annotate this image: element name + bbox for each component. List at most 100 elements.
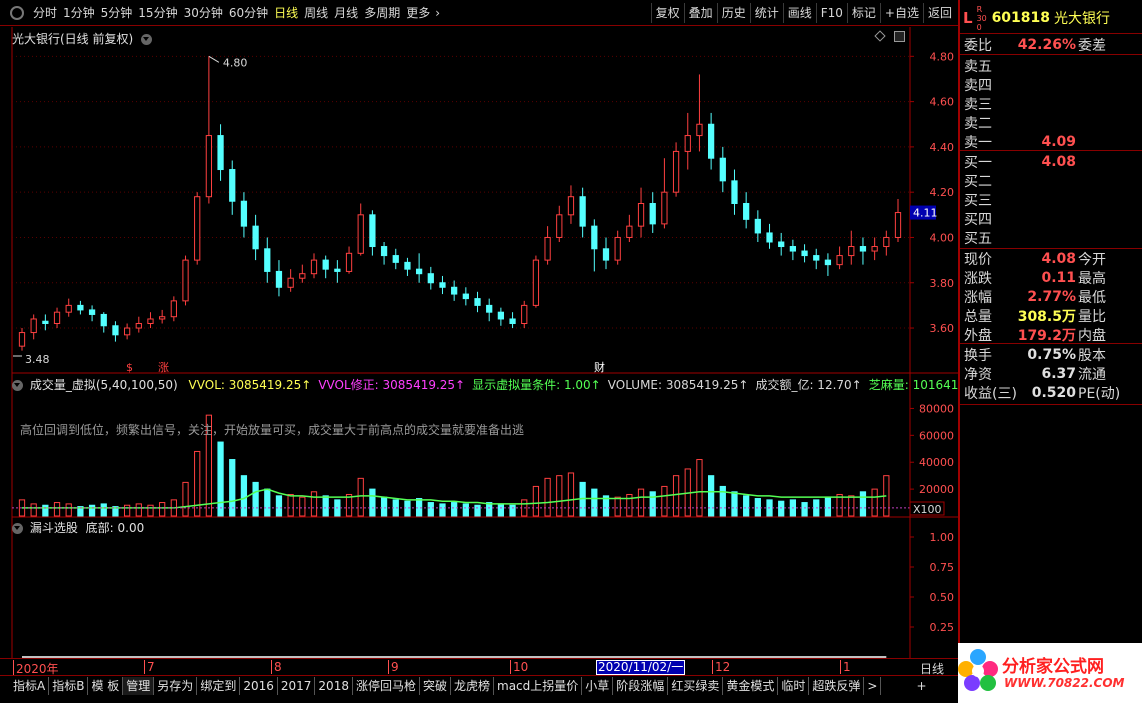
board-tag: R 300 bbox=[976, 4, 987, 32]
stat-row-3-label2: 量比 bbox=[1078, 308, 1106, 325]
indicator-tab-15[interactable]: 红买绿卖 bbox=[668, 676, 724, 695]
bid-row-0: 买一 4.08 bbox=[964, 152, 1140, 171]
candle-body-34 bbox=[415, 268, 423, 275]
market-tag: L bbox=[963, 9, 973, 27]
date-label-6: 1 bbox=[840, 660, 851, 674]
vol-tick-label-0: 80000 bbox=[919, 402, 954, 415]
stat-row-4-value: 179.2万 bbox=[1017, 327, 1076, 344]
ask-row-0: 卖五 bbox=[964, 56, 1140, 75]
volume-bar-55 bbox=[661, 485, 668, 517]
volume-bar-22 bbox=[275, 495, 283, 517]
stat2-row-2-value: 0.520 bbox=[1031, 384, 1076, 401]
indicator-tab-9[interactable]: 涨停回马枪 bbox=[353, 676, 420, 695]
indicator-tab-6[interactable]: 2016 bbox=[240, 676, 278, 695]
volume-bar-49 bbox=[591, 488, 598, 517]
volume-bar-17 bbox=[217, 441, 224, 517]
stat-row-3: 总量 308.5万 量比 bbox=[964, 306, 1140, 325]
bid-row-3: 买四 bbox=[964, 209, 1140, 228]
candle-body-20 bbox=[252, 225, 259, 250]
candle-body-5 bbox=[77, 304, 84, 311]
candle-body-4 bbox=[65, 304, 72, 313]
ask-row-3: 卖二 bbox=[964, 113, 1140, 132]
stat-row-2-label: 涨幅 bbox=[964, 289, 992, 306]
funnel-dropdown-icon[interactable] bbox=[12, 523, 23, 534]
quote-panel: L R 300 601818 光大银行 委比 42.26% 委差 卖五 卖四 卖三卖… bbox=[958, 0, 1142, 658]
date-label-2: 8 bbox=[271, 660, 282, 674]
vol-tick-label-2: 40000 bbox=[919, 456, 954, 469]
indicator-tab-18[interactable]: 超跌反弹 bbox=[809, 676, 865, 695]
indicator-tab-0[interactable]: 指标A bbox=[10, 676, 50, 695]
volume-bar-3 bbox=[53, 502, 61, 517]
bid-row-2: 买三 bbox=[964, 190, 1140, 209]
volume-bar-7 bbox=[100, 503, 107, 517]
indicator-tab-5[interactable]: 绑定到 bbox=[197, 676, 241, 695]
indicator-tab-14[interactable]: 阶段涨幅 bbox=[613, 676, 669, 695]
indicator-tab-3[interactable]: 管理 bbox=[123, 676, 155, 695]
volume-bar-36 bbox=[439, 503, 446, 517]
indicator-tab-12[interactable]: macd上拐量价 bbox=[494, 676, 583, 695]
indicator-tab-1[interactable]: 指标B bbox=[49, 676, 89, 695]
candle-body-46 bbox=[556, 214, 563, 238]
bid-row-1: 买二 bbox=[964, 171, 1140, 190]
volume-bar-10 bbox=[135, 503, 142, 517]
stat-row-1-value: 0.11 bbox=[1041, 269, 1076, 286]
funnel-tick-label-2: 0.50 bbox=[930, 591, 955, 604]
indicator-tab-13[interactable]: 小草 bbox=[582, 676, 614, 695]
candle-body-6 bbox=[88, 309, 96, 315]
app-window: 分时 1分钟 5分钟 15分钟 30分钟 60分钟 日线 周线 月线 多周期 更多 › 复权 叠加 历史… bbox=[0, 0, 1142, 703]
date-label-5: 12 bbox=[712, 660, 730, 674]
funnel-tick-label-1: 0.75 bbox=[930, 561, 955, 574]
candle-body-33 bbox=[404, 261, 411, 270]
chart-area[interactable]: 4.80 4.60 4.40 4.20 4.00 3.80 3.60 4.80 3.48 4.11… bbox=[0, 0, 958, 658]
indicator-tab-17[interactable]: 临时 bbox=[778, 676, 810, 695]
candle-body-40 bbox=[486, 304, 493, 313]
candle-body-10 bbox=[135, 323, 142, 329]
candle-body-74 bbox=[883, 236, 890, 248]
candle-body-1 bbox=[30, 318, 37, 334]
candle-body-8 bbox=[112, 325, 119, 336]
volume-fields: VVOL: 3085419.25↑ VVOL修正: 3085419.25↑ 显示虚拟… bbox=[182, 378, 970, 392]
unit-label: X100 bbox=[913, 503, 942, 516]
volume-bar-62 bbox=[743, 495, 750, 517]
candle-body-43 bbox=[521, 304, 528, 325]
candle-body-31 bbox=[380, 246, 388, 257]
volume-bar-6 bbox=[88, 504, 96, 517]
indicator-tab-8[interactable]: 2018 bbox=[315, 676, 353, 695]
volume-bar-25 bbox=[310, 491, 318, 517]
volume-dropdown-icon[interactable] bbox=[12, 380, 23, 391]
indicator-tab-16[interactable]: 黄金模式 bbox=[723, 676, 779, 695]
candle-body-48 bbox=[579, 196, 586, 227]
indicator-tab-19[interactable]: > bbox=[864, 676, 882, 695]
candle-body-52 bbox=[626, 225, 633, 238]
candle-body-62 bbox=[743, 203, 750, 220]
bid-row-2-label: 买三 bbox=[964, 192, 992, 209]
indicator-tab-10[interactable]: 突破 bbox=[420, 676, 451, 695]
volume-bar-37 bbox=[451, 502, 458, 517]
volume-field-3: VOLUME: 3085419.25↑ bbox=[607, 378, 749, 392]
price-tick-label-5: 3.80 bbox=[930, 277, 955, 290]
high-label: 4.80 bbox=[223, 56, 248, 69]
indicator-tab-7[interactable]: 2017 bbox=[278, 676, 316, 695]
candle-body-71 bbox=[848, 246, 855, 257]
ask-row-0-label: 卖五 bbox=[964, 58, 992, 75]
bid-row-0-label: 买一 bbox=[964, 154, 992, 171]
indicator-tab-2[interactable]: 模 板 bbox=[88, 676, 124, 695]
volume-bar-73 bbox=[871, 488, 878, 517]
candle-body-27 bbox=[334, 268, 341, 272]
date-label-4: 10 bbox=[510, 660, 528, 674]
candle-body-22 bbox=[275, 270, 283, 288]
candle-body-73 bbox=[871, 246, 878, 252]
candle-body-29 bbox=[357, 214, 364, 254]
ask-row-1: 卖四 bbox=[964, 75, 1140, 94]
stat2-row-0-label2: 股本 bbox=[1078, 347, 1106, 364]
candle-body-36 bbox=[439, 282, 446, 288]
volume-bar-11 bbox=[147, 504, 154, 517]
ask-row-4-value: 4.09 bbox=[1041, 133, 1076, 150]
stat-row-2: 涨幅 2.77% 最低 bbox=[964, 287, 1140, 306]
indicator-tab-11[interactable]: 龙虎榜 bbox=[451, 676, 495, 695]
candle-body-28 bbox=[345, 252, 353, 272]
funnel-indicator-name: 漏斗选股 bbox=[29, 521, 78, 535]
indicator-tab-20[interactable]: + bbox=[913, 677, 929, 695]
ask-row-1-label: 卖四 bbox=[964, 77, 992, 94]
indicator-tab-4[interactable]: 另存为 bbox=[154, 676, 198, 695]
